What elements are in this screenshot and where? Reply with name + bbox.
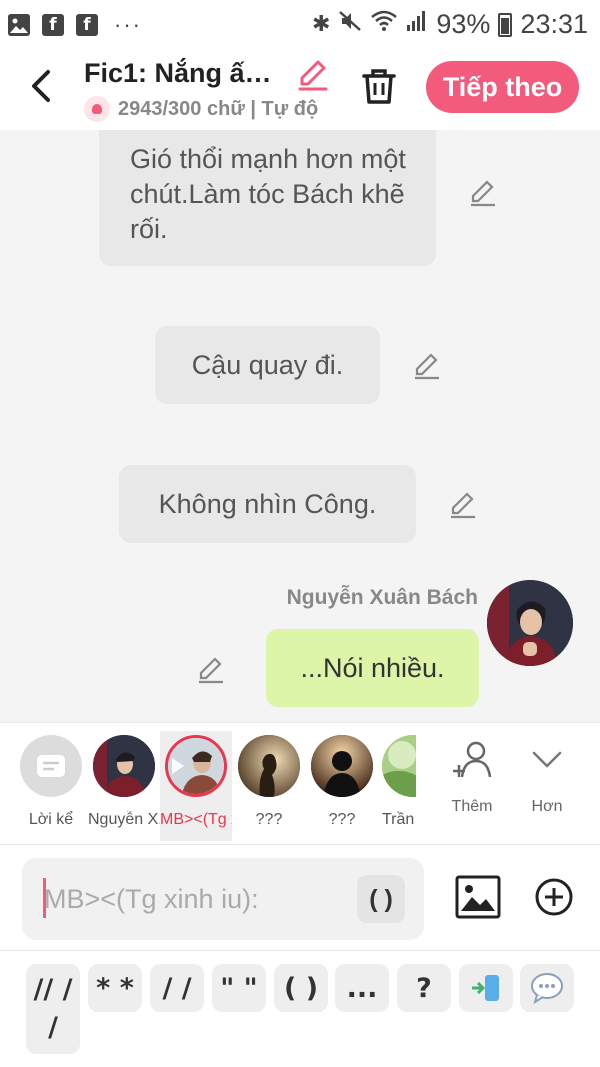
insert-image-button[interactable]	[455, 875, 501, 919]
avatar	[382, 735, 416, 797]
character-item[interactable]: Trần T	[382, 735, 416, 829]
chevron-down-icon	[532, 751, 562, 768]
character-item[interactable]: Nguyễn X...	[88, 735, 160, 829]
avatar	[165, 735, 227, 797]
bluetooth-icon: ✱	[311, 12, 331, 37]
person-avatar-image	[168, 738, 224, 794]
delete-button[interactable]	[360, 66, 398, 106]
pencil-icon	[415, 353, 439, 380]
signal-icon	[406, 9, 428, 40]
character-item-selected[interactable]: MB><(Tg x...	[160, 731, 232, 841]
character-narrator[interactable]: Lời kể	[19, 735, 83, 829]
pencil-icon	[471, 180, 495, 207]
character-label: ???	[328, 811, 356, 828]
symbol-button[interactable]: ( )	[274, 964, 328, 1012]
add-character-button[interactable]: Thêm	[442, 737, 502, 816]
bell-icon	[84, 96, 110, 122]
chat-bubble-icon	[37, 755, 65, 777]
message-bubble[interactable]: Không nhìn Công.	[119, 465, 416, 543]
avatar	[93, 735, 155, 797]
message-bubble[interactable]: Gió thổi mạnh hơn một chút.Làm tóc Bách …	[99, 130, 436, 266]
message-bubble[interactable]: Cậu quay đi.	[155, 326, 380, 404]
story-title: Fic1: Nắng ấ…	[84, 58, 272, 88]
edit-message-button[interactable]	[448, 490, 478, 520]
symbol-button[interactable]: * *	[88, 964, 142, 1012]
battery-percent: 93%	[436, 9, 491, 39]
insert-phone-button[interactable]	[459, 964, 513, 1012]
wifi-icon	[370, 9, 398, 40]
status-left-icons: f f ···	[8, 12, 142, 38]
pencil-icon	[451, 492, 475, 519]
chat-area[interactable]: Gió thổi mạnh hơn một chút.Làm tóc Bách …	[0, 130, 600, 722]
character-label: Nguyễn X...	[88, 811, 160, 828]
character-label: MB><(Tg x...	[160, 811, 232, 828]
plus-circle-icon	[535, 878, 573, 916]
clock: 23:31	[520, 9, 588, 39]
story-subtitle: 2943/300 chữ | Tự độ	[84, 96, 329, 122]
symbol-toolbar: // / / * * / / " " ( ) ... ?	[0, 950, 600, 1067]
composer: MB><(Tg xinh iu): ( )	[0, 844, 600, 950]
edit-message-button[interactable]	[412, 351, 442, 381]
symbol-label: // /	[33, 974, 73, 1005]
character-item[interactable]: ???	[310, 735, 374, 829]
avatar[interactable]	[487, 580, 573, 666]
status-right: ✱ 93% 23:31	[312, 9, 588, 40]
message-input-placeholder: MB><(Tg xinh iu):	[44, 884, 259, 914]
chevron-left-icon	[32, 70, 50, 102]
more-options-button[interactable]	[534, 877, 574, 917]
character-label: Lời kể	[28, 811, 74, 828]
silhouette-avatar-image	[311, 735, 373, 797]
message-input[interactable]: MB><(Tg xinh iu): ( )	[22, 858, 424, 940]
facebook-icon: f	[42, 14, 64, 36]
phone-arrow-icon	[472, 975, 499, 1001]
insert-chat-button[interactable]	[520, 964, 574, 1012]
next-button[interactable]: Tiếp theo	[426, 61, 579, 113]
app-header: Fic1: Nắng ấ… 2943/300 chữ | Tự độ Tiếp …	[0, 48, 600, 130]
trash-icon	[362, 69, 396, 104]
more-notifications: ···	[114, 12, 142, 37]
avatar	[238, 735, 300, 797]
symbol-button[interactable]: ?	[397, 964, 451, 1012]
back-button[interactable]	[26, 66, 58, 106]
facebook-icon: f	[76, 14, 98, 36]
word-count: 2943/300 chữ | Tự độ	[118, 97, 319, 120]
message-sender: Nguyễn Xuân Bách	[286, 586, 478, 609]
edit-message-button[interactable]	[468, 178, 498, 208]
character-selector: Lời kể Nguyễn X... MB><(Tg x... ??? ??? …	[0, 722, 600, 844]
pencil-icon	[298, 60, 328, 91]
pencil-icon	[199, 657, 223, 684]
mute-icon	[338, 9, 362, 40]
character-item[interactable]: ???	[237, 735, 301, 829]
avatar	[311, 735, 373, 797]
add-person-icon	[453, 741, 492, 778]
edit-message-button[interactable]	[196, 655, 226, 685]
silhouette-avatar-image	[238, 735, 300, 797]
symbol-button[interactable]: // / /	[26, 964, 80, 1054]
chat-dots-icon	[531, 973, 563, 1005]
status-bar: f f ··· ✱ 93% 23:31	[0, 0, 600, 48]
insert-parentheses-button[interactable]: ( )	[357, 875, 405, 923]
edit-title-button[interactable]	[296, 58, 330, 92]
person-avatar-image	[487, 580, 573, 666]
image-icon	[8, 14, 30, 36]
character-label: Trần T	[382, 811, 416, 828]
symbol-button[interactable]: " "	[212, 964, 266, 1012]
character-label: ???	[255, 811, 283, 828]
battery-icon	[498, 12, 513, 37]
image-icon	[455, 875, 501, 919]
add-character-label: Thêm	[451, 798, 493, 815]
message-bubble-own[interactable]: ...Nói nhiều.	[266, 629, 479, 707]
person-avatar-image	[93, 735, 155, 797]
symbol-button[interactable]: / /	[150, 964, 204, 1012]
symbol-button[interactable]: ...	[335, 964, 389, 1012]
symbol-label: /	[48, 1012, 58, 1043]
more-characters-button[interactable]: Hơn	[517, 737, 577, 816]
nature-avatar-image	[382, 735, 416, 797]
narrator-avatar	[20, 735, 82, 797]
more-characters-label: Hơn	[531, 798, 563, 815]
